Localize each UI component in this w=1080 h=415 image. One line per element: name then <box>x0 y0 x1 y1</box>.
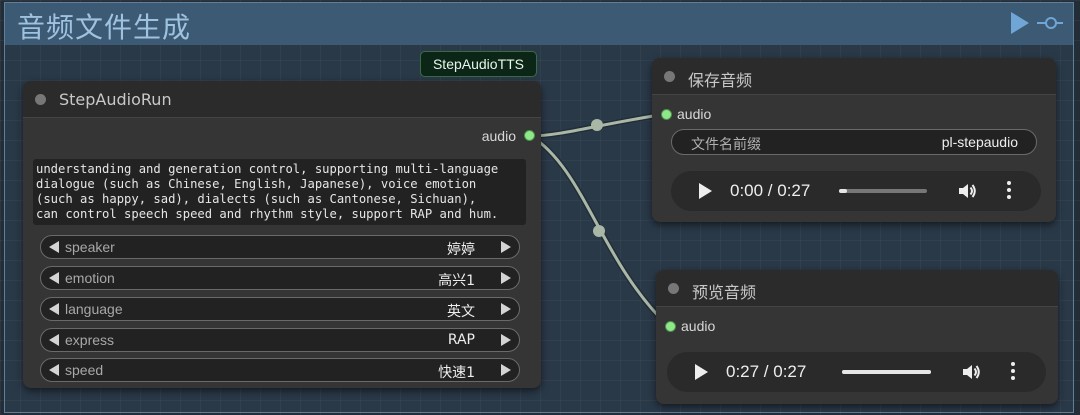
arrow-right-icon[interactable] <box>501 303 511 315</box>
collapse-dot-icon[interactable] <box>35 94 46 105</box>
audio-progress-bar[interactable] <box>839 189 927 193</box>
express-combo[interactable]: express RAP <box>40 328 520 352</box>
arrow-right-icon[interactable] <box>501 241 511 253</box>
play-icon[interactable] <box>695 364 708 380</box>
arrow-left-icon[interactable] <box>49 272 59 284</box>
widget-value: 英文 <box>447 304 475 320</box>
audio-progress-bar[interactable] <box>842 370 931 374</box>
arrow-left-icon[interactable] <box>49 334 59 346</box>
arrow-right-icon[interactable] <box>501 364 511 376</box>
node-header[interactable]: 预览音频 <box>656 270 1058 307</box>
audio-time: 0:00 / 0:27 <box>730 181 811 200</box>
node-header[interactable]: 保存音频 <box>652 58 1056 95</box>
input-socket[interactable] <box>665 321 676 332</box>
speed-combo[interactable]: speed 快速1 <box>40 358 520 382</box>
step-audio-run-node[interactable]: StepAudioRun audio understanding and gen… <box>23 81 541 388</box>
output-socket[interactable] <box>524 130 535 141</box>
more-options-icon[interactable] <box>1007 181 1011 201</box>
audio-progress-fill <box>842 370 931 374</box>
node-title: 预览音频 <box>692 283 757 302</box>
volume-icon[interactable] <box>957 181 977 201</box>
input-socket[interactable] <box>661 109 672 120</box>
widget-value: 快速1 <box>438 365 475 381</box>
arrow-left-icon[interactable] <box>49 241 59 253</box>
widget-value: 高兴1 <box>438 273 475 289</box>
widget-value: RAP <box>447 332 475 348</box>
speaker-combo[interactable]: speaker 婷婷 <box>40 235 520 259</box>
arrow-right-icon[interactable] <box>501 272 511 284</box>
save-audio-node[interactable]: 保存音频 audio 文件名前缀 pl-stepaudio 0:00 / 0:2… <box>652 58 1056 222</box>
arrow-left-icon[interactable] <box>49 303 59 315</box>
link-midpoint-save <box>591 119 603 131</box>
widget-value: 婷婷 <box>447 242 475 258</box>
audio-player[interactable]: 0:27 / 0:27 <box>667 352 1046 392</box>
language-combo[interactable]: language 英文 <box>40 297 520 321</box>
widget-label: speed <box>65 362 104 378</box>
audio-player[interactable]: 0:00 / 0:27 <box>671 171 1041 211</box>
filename-prefix-field[interactable]: 文件名前缀 pl-stepaudio <box>671 129 1037 155</box>
widget-value: pl-stepaudio <box>941 134 1018 150</box>
widget-label: 文件名前缀 <box>691 137 761 153</box>
widget-label: speaker <box>65 239 115 255</box>
volume-icon[interactable] <box>961 362 981 382</box>
play-icon[interactable] <box>699 183 712 199</box>
link-midpoint-preview <box>593 225 605 237</box>
node-badge: StepAudioTTS <box>420 51 537 77</box>
more-options-icon[interactable] <box>1011 362 1015 382</box>
widget-label: language <box>65 301 123 317</box>
node-title: 保存音频 <box>688 71 753 90</box>
widget-label: express <box>65 332 115 348</box>
input-label: audio <box>681 318 716 334</box>
input-label: audio <box>677 106 712 122</box>
node-title: StepAudioRun <box>59 90 172 109</box>
audio-time: 0:27 / 0:27 <box>726 362 807 381</box>
collapse-dot-icon[interactable] <box>664 71 675 82</box>
emotion-combo[interactable]: emotion 高兴1 <box>40 266 520 290</box>
node-header[interactable]: StepAudioRun <box>23 81 541 118</box>
widget-label: emotion <box>65 270 115 286</box>
collapse-dot-icon[interactable] <box>668 283 679 294</box>
arrow-left-icon[interactable] <box>49 364 59 376</box>
preview-audio-node[interactable]: 预览音频 audio 0:27 / 0:27 <box>656 270 1058 404</box>
text-input[interactable]: understanding and generation control, su… <box>33 159 526 225</box>
audio-progress-fill <box>839 189 847 193</box>
arrow-right-icon[interactable] <box>501 334 511 346</box>
output-label: audio <box>481 128 516 144</box>
